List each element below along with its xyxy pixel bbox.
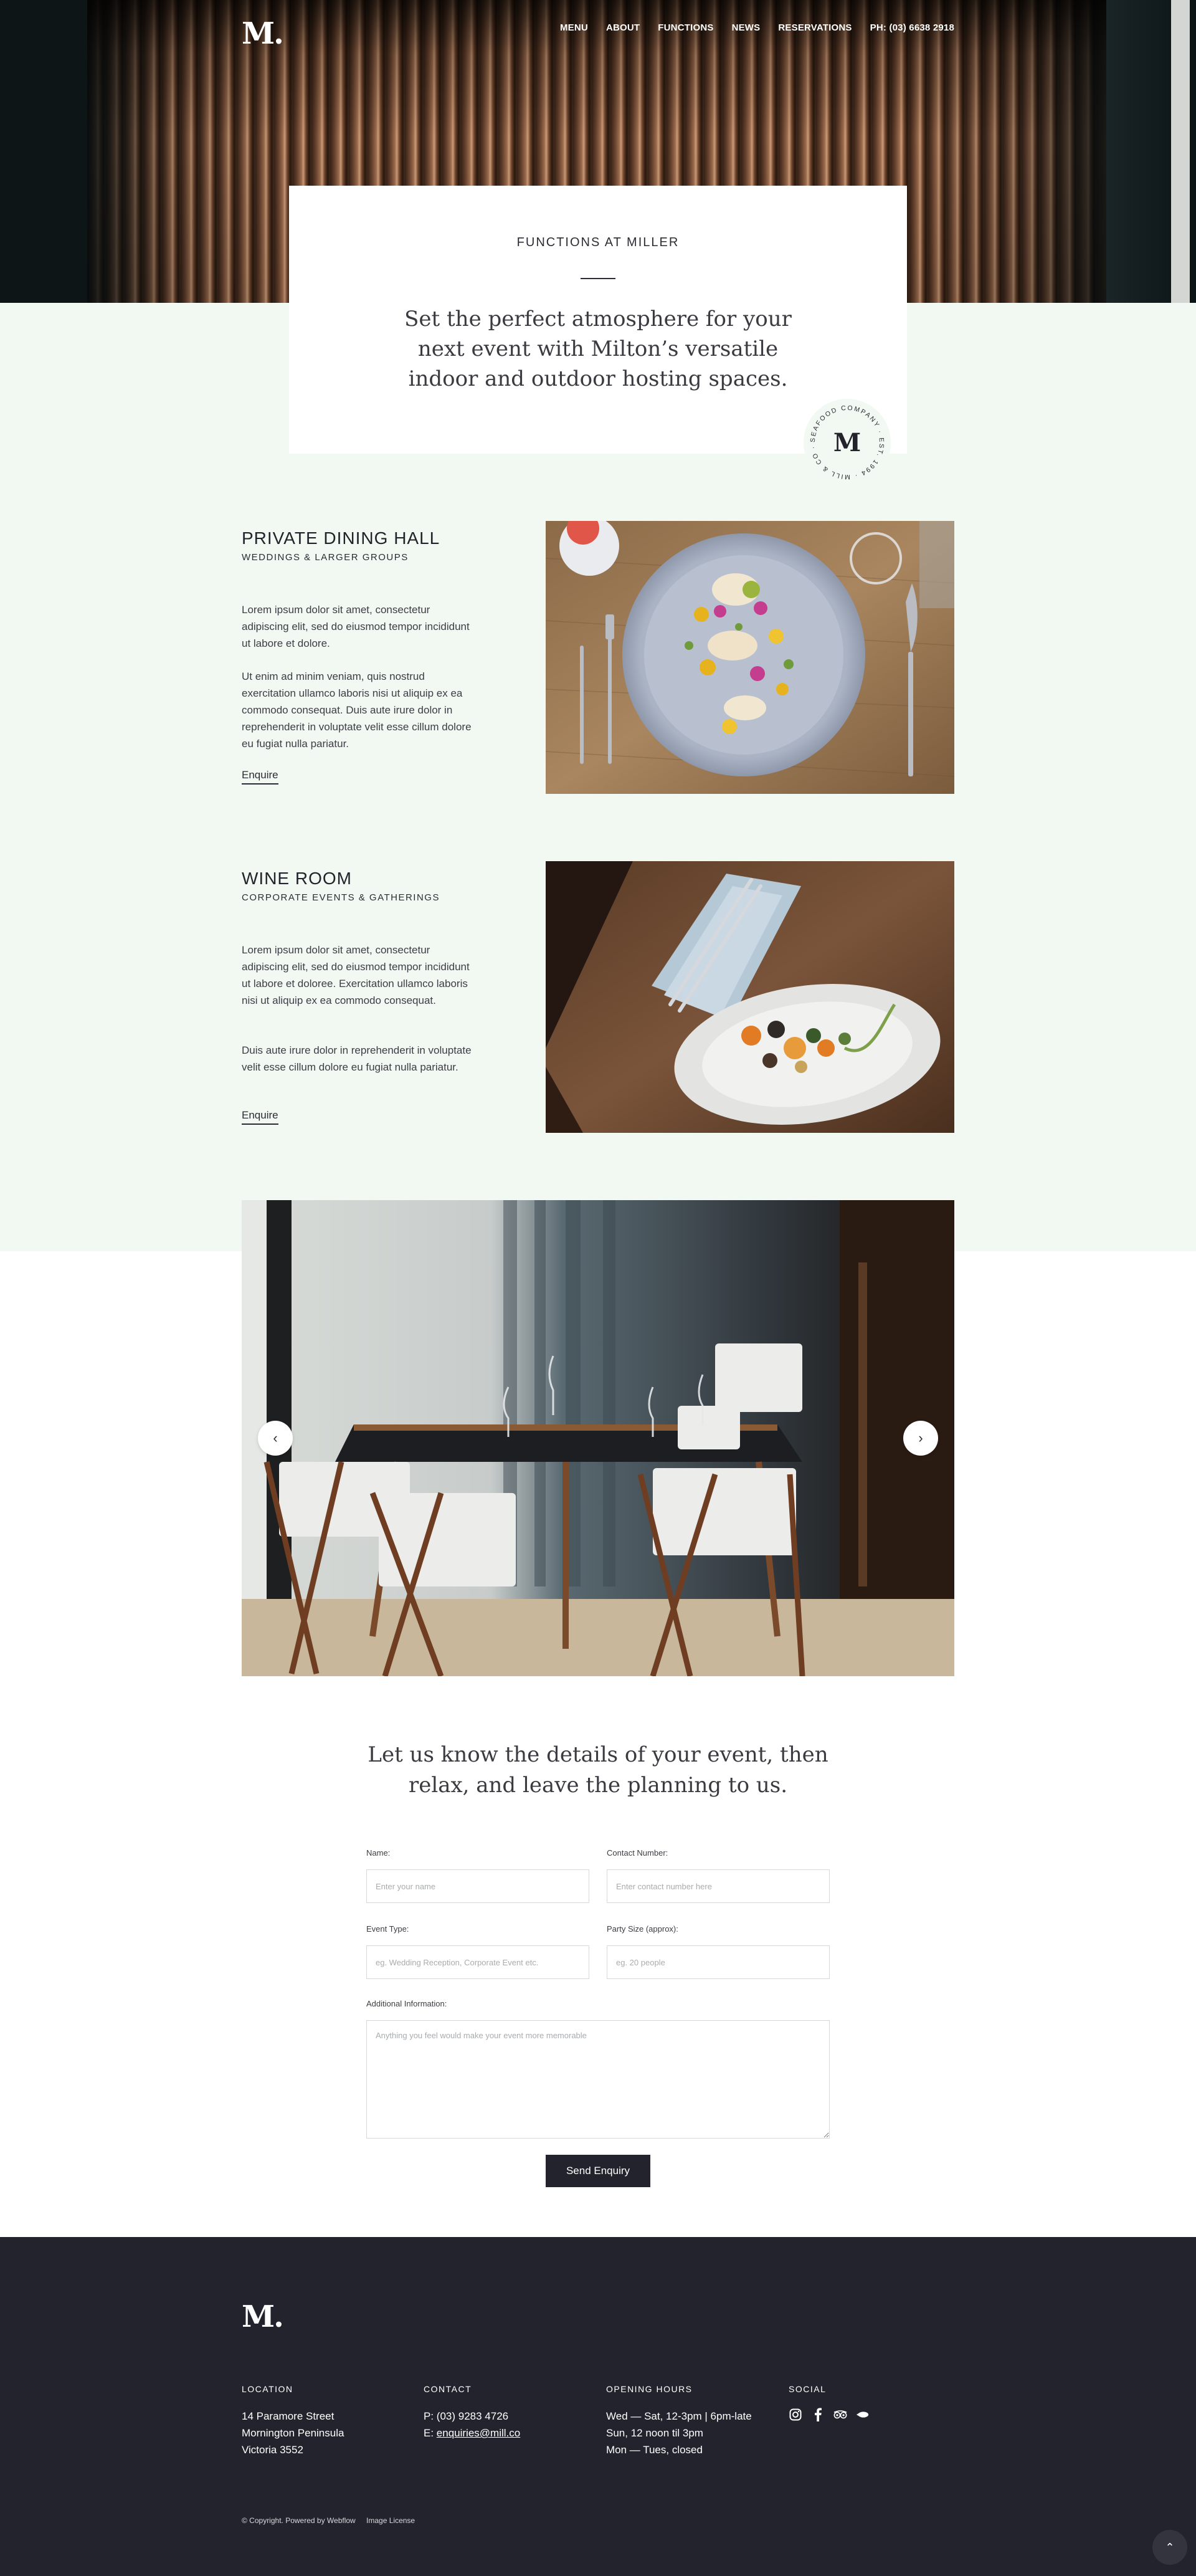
form-heading: Let us know the details of your event, t… (368, 1742, 828, 1798)
enquire-link-wine-room[interactable]: Enquire (242, 1109, 278, 1125)
nav-phone[interactable]: PH: (03) 6638 2918 (870, 22, 954, 33)
nav-reservations[interactable]: RESERVATIONS (778, 22, 852, 33)
send-enquiry-button[interactable]: Send Enquiry (546, 2155, 650, 2187)
social-links (789, 2408, 951, 2421)
footer-contact-heading: CONTACT (424, 2384, 472, 2394)
section-para-1: Lorem ipsum dolor sit amet, consectetur … (242, 944, 470, 1006)
tripadvisor-icon[interactable] (833, 2408, 847, 2421)
footer-phone[interactable]: P: (03) 9283 4726 (424, 2408, 586, 2425)
footer-location: LOCATION 14 Paramore Street Mornington P… (242, 2384, 404, 2458)
nav-news[interactable]: NEWS (732, 22, 761, 33)
photo-bowl-dish (546, 861, 954, 1133)
footer-address-line2: Mornington Peninsula (242, 2427, 344, 2439)
contact-number-input[interactable] (607, 1869, 830, 1903)
event-type-input[interactable] (366, 1945, 589, 1979)
footer-location-heading: LOCATION (242, 2384, 293, 2394)
footer-hours: OPENING HOURS Wed — Sat, 12-3pm | 6pm-la… (606, 2384, 768, 2458)
section-para-1: Lorem ipsum dolor sit amet, consectetur … (242, 604, 470, 649)
enquire-link-private-dining[interactable]: Enquire (242, 769, 278, 785)
footer-address-line1: 14 Paramore Street (242, 2410, 335, 2422)
footer-hours-line2: Sun, 12 noon til 3pm (606, 2427, 703, 2439)
site-logo[interactable]: M. (242, 16, 284, 51)
facebook-icon[interactable] (811, 2408, 825, 2421)
nav-about[interactable]: ABOUT (606, 22, 640, 33)
instagram-icon[interactable] (789, 2408, 802, 2421)
footer-social-heading: SOCIAL (789, 2384, 827, 2394)
section-title-wine-room: WINE ROOM (242, 869, 352, 888)
footer-contact: CONTACT P: (03) 9283 4726 E: enquiries@m… (424, 2384, 586, 2441)
image-license-link[interactable]: Image License (366, 2516, 415, 2525)
section-para-2: Duis aute irure dolor in reprehenderit i… (242, 1044, 472, 1073)
intro-divider (581, 278, 615, 279)
event-type-label: Event Type: (366, 1924, 409, 1934)
footer-logo[interactable]: M. (242, 2299, 284, 2334)
main-nav: MENU ABOUT FUNCTIONS NEWS RESERVATIONS P… (542, 22, 954, 33)
contact-number-label: Contact Number: (607, 1848, 668, 1858)
slide-dining-room-image (242, 1200, 954, 1676)
footer-email-prefix: E: (424, 2427, 437, 2439)
name-input[interactable] (366, 1869, 589, 1903)
nav-menu[interactable]: MENU (560, 22, 588, 33)
site-footer: M. LOCATION 14 Paramore Street Morningto… (0, 2237, 1196, 2576)
section-subtitle-private-dining: WEDDINGS & LARGER GROUPS (242, 552, 409, 563)
name-label: Name: (366, 1848, 391, 1858)
party-size-label: Party Size (approx): (607, 1924, 678, 1934)
slider-next-button[interactable]: › (903, 1421, 938, 1456)
slider-prev-button[interactable]: ‹ (258, 1421, 293, 1456)
footer-social: SOCIAL (789, 2384, 951, 2421)
stamp-letter: M (833, 428, 861, 457)
section-title-private-dining: PRIVATE DINING HALL (242, 528, 440, 548)
section-subtitle-wine-room: CORPORATE EVENTS & GATHERINGS (242, 892, 440, 903)
footer-email-row: E: enquiries@mill.co (424, 2425, 586, 2441)
footer-hours-line3: Mon — Tues, closed (606, 2444, 703, 2456)
dining-room-slider[interactable]: ‹ › (242, 1200, 954, 1676)
seafood-company-stamp: SEAFOOD COMPANY · EST. 1994 · MILL & CO … (804, 399, 891, 486)
zomato-icon[interactable] (856, 2408, 870, 2421)
additional-info-textarea[interactable] (366, 2020, 830, 2139)
section-para-2: Ut enim ad minim veniam, quis nostrud ex… (242, 670, 472, 750)
additional-info-label: Additional Information: (366, 1999, 447, 2008)
footer-email-link[interactable]: enquiries@mill.co (437, 2427, 520, 2439)
nav-functions[interactable]: FUNCTIONS (658, 22, 713, 33)
footer-hours-line1: Wed — Sat, 12-3pm | 6pm-late (606, 2410, 752, 2422)
intro-eyebrow: FUNCTIONS AT MILLER (516, 236, 680, 249)
hero-side-image (1106, 0, 1196, 303)
footer-hours-heading: OPENING HOURS (606, 2384, 693, 2394)
intro-text: Set the perfect atmosphere for your next… (404, 307, 792, 391)
photo-plated-dish (546, 521, 954, 794)
copyright-text[interactable]: © Copyright. Powered by Webflow (242, 2516, 356, 2525)
back-to-top-button[interactable]: ⌃ (1152, 2530, 1187, 2565)
footer-copyright-row: © Copyright. Powered by Webflow Image Li… (242, 2516, 424, 2525)
footer-address-line3: Victoria 3552 (242, 2444, 303, 2456)
party-size-input[interactable] (607, 1945, 830, 1979)
